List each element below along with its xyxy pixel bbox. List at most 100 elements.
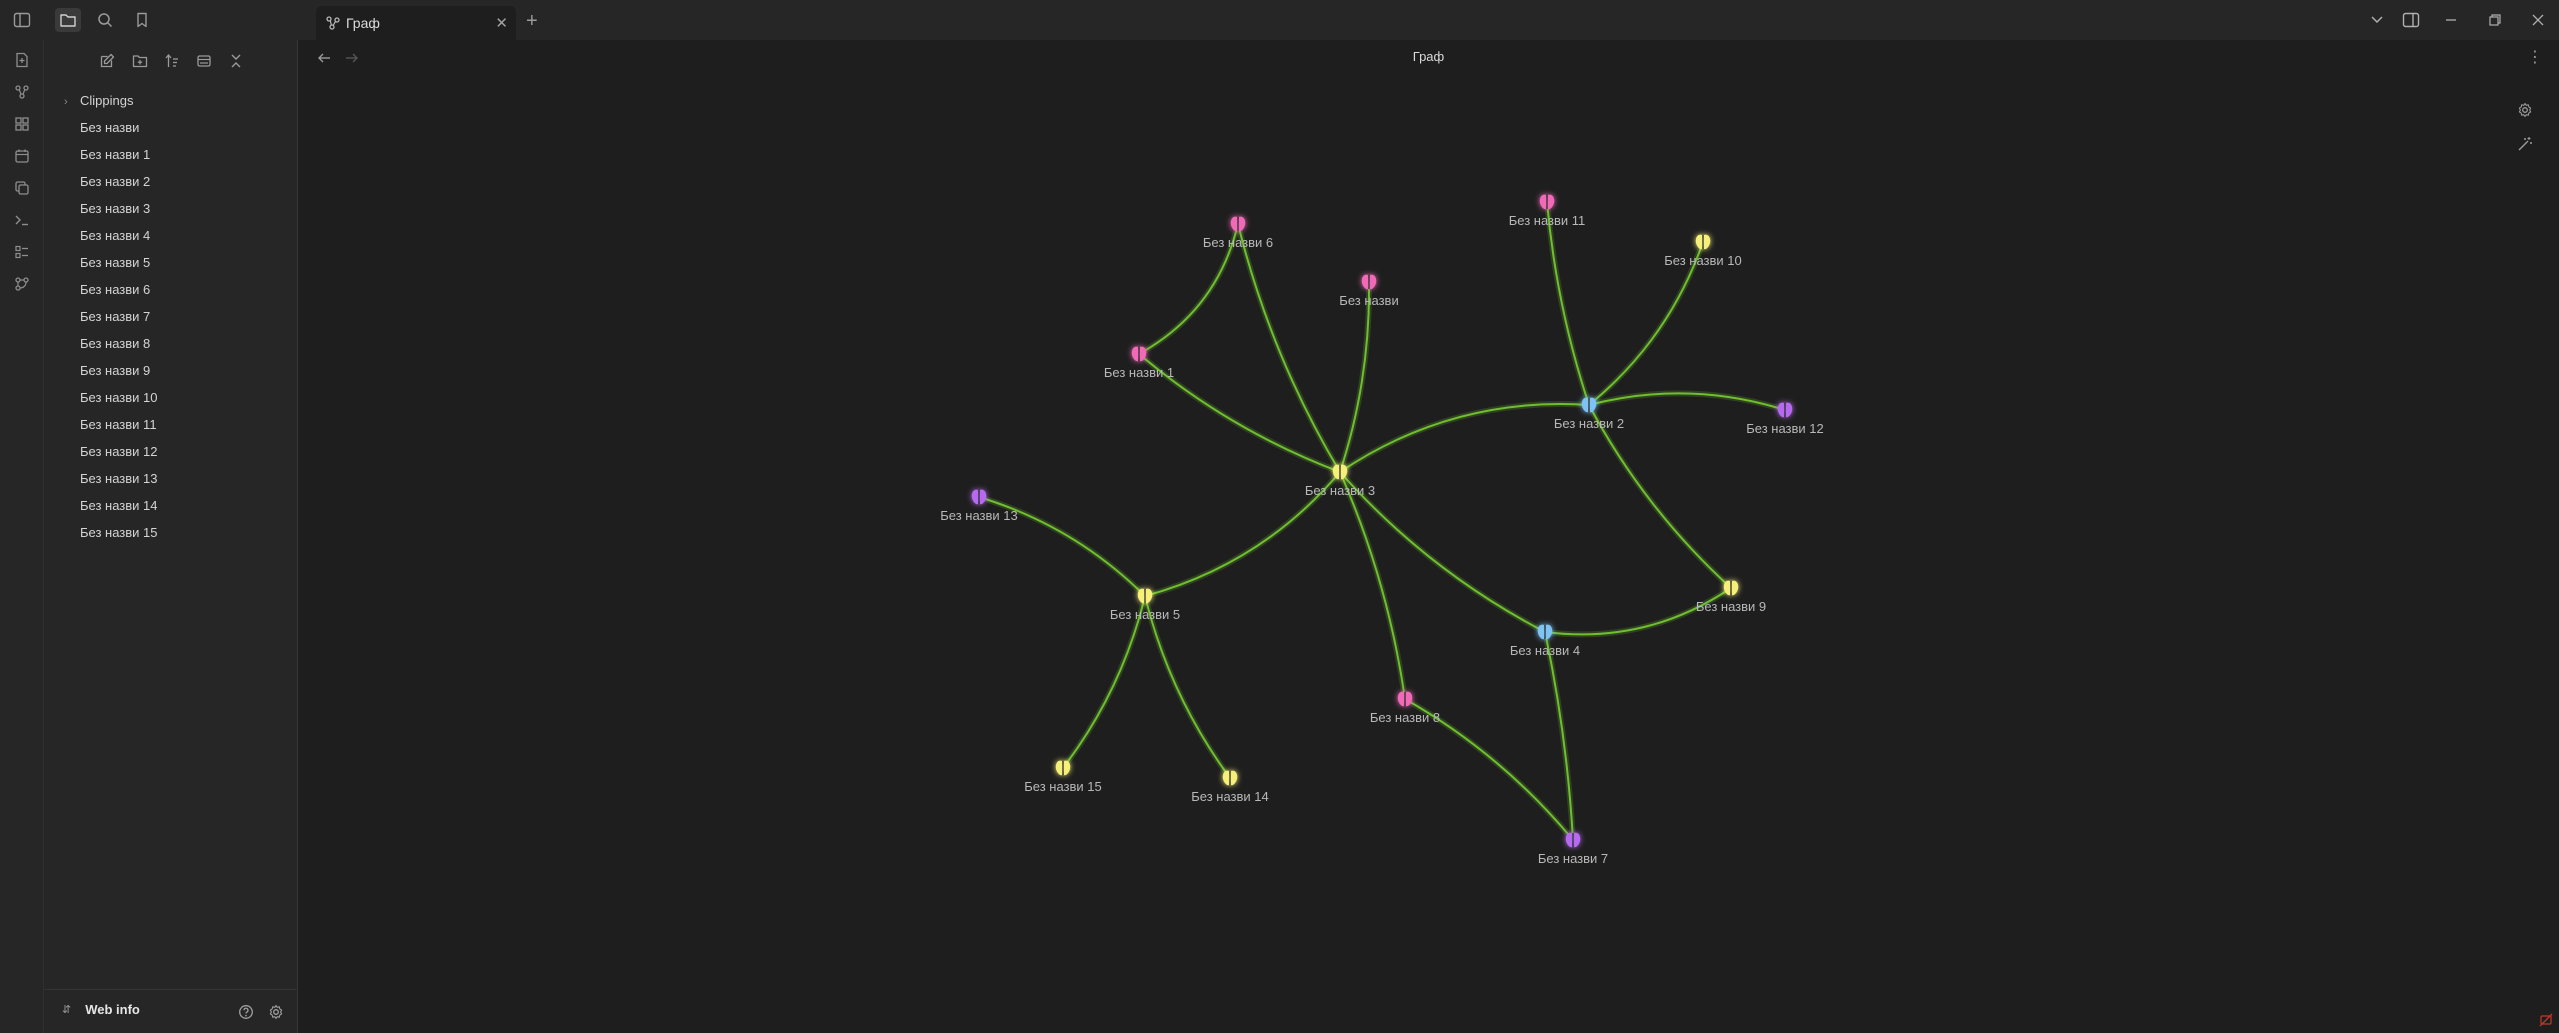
graph-edge-glow [1544, 201, 1592, 406]
graph-node[interactable]: Без назви 7 [1538, 832, 1608, 866]
graph-view: Без назви Без назви 1 Без назви 2 Без назви… [298, 40, 2559, 1033]
file-item[interactable]: Без назви 1 [44, 141, 298, 168]
graph-node-label: Без назви 15 [1024, 779, 1102, 794]
graph-node-label: Без назви 14 [1191, 789, 1269, 804]
butterfly-node-icon[interactable] [1397, 691, 1413, 707]
file-item[interactable]: Без назви 15 [44, 519, 298, 546]
butterfly-node-icon[interactable] [1565, 832, 1581, 848]
settings-icon[interactable] [266, 1002, 286, 1022]
graph-icon[interactable] [11, 81, 33, 103]
sort-icon[interactable] [161, 50, 183, 72]
new-folder-icon[interactable] [129, 50, 151, 72]
file-item[interactable]: Без назви 3 [44, 195, 298, 222]
butterfly-node-icon[interactable] [1539, 194, 1555, 210]
butterfly-node-icon[interactable] [1137, 588, 1153, 604]
tab-title: Граф [346, 15, 380, 31]
graph-edge-glow [1338, 401, 1590, 475]
graph-node-label: Без назви 1 [1104, 365, 1174, 380]
vault-name: Web info [85, 1002, 140, 1017]
butterfly-node-icon[interactable] [1777, 402, 1793, 418]
butterfly-node-icon[interactable] [1723, 580, 1739, 596]
graph-node[interactable]: Без назви 1 [1104, 346, 1174, 380]
file-item[interactable]: Без назви 5 [44, 249, 298, 276]
file-item[interactable]: Без назви 6 [44, 276, 298, 303]
file-item[interactable]: Без назви 9 [44, 357, 298, 384]
sync-off-icon[interactable] [2537, 1011, 2555, 1029]
canvas-icon[interactable] [11, 113, 33, 135]
graph-node-label: Без назви 9 [1696, 599, 1766, 614]
file-item[interactable]: Без назви 10 [44, 384, 298, 411]
calendar-icon[interactable] [11, 145, 33, 167]
graph-node-label: Без назви 12 [1746, 421, 1824, 436]
network-icon[interactable] [11, 273, 33, 295]
chevron-right-icon: › [64, 96, 68, 108]
graph-node-label: Без назви 11 [1509, 213, 1586, 228]
graph-node-label: Без назви 7 [1538, 851, 1608, 866]
file-item[interactable]: Без назви 7 [44, 303, 298, 330]
layout-icon[interactable] [2400, 9, 2422, 31]
butterfly-node-icon[interactable] [1131, 346, 1147, 362]
graph-node[interactable]: Без назви 14 [1191, 770, 1269, 804]
graph-node[interactable]: Без назви 8 [1370, 691, 1440, 725]
chevron-up-down-icon: ⇵ [62, 1004, 72, 1016]
file-item[interactable]: Без назви 13 [44, 465, 298, 492]
butterfly-node-icon[interactable] [1055, 760, 1071, 776]
file-item[interactable]: Без назви 11 [44, 411, 298, 438]
file-item[interactable]: Без назви 8 [44, 330, 298, 357]
graph-node-label: Без назви 2 [1554, 416, 1624, 431]
butterfly-node-icon[interactable] [1537, 624, 1553, 640]
vault-switcher[interactable]: ⇵ Web info [62, 1002, 140, 1017]
help-icon[interactable] [236, 1002, 256, 1022]
graph-node-label: Без назви 13 [940, 508, 1018, 523]
more-options-icon[interactable]: ⋮ [2527, 47, 2543, 67]
butterfly-node-icon[interactable] [1332, 464, 1348, 480]
graph-node[interactable]: Без назви 15 [1024, 760, 1102, 794]
restore-icon[interactable] [2484, 9, 2506, 31]
minimize-icon[interactable] [2440, 9, 2462, 31]
terminal-icon[interactable] [11, 209, 33, 231]
file-item[interactable]: Без назви 12 [44, 438, 298, 465]
file-tree: › Clippings Без назви Без назви 1 Без наз… [44, 87, 298, 546]
folder-clippings[interactable]: › Clippings [44, 87, 298, 114]
collapse-all-icon[interactable] [225, 50, 247, 72]
bookmark-icon[interactable] [129, 8, 155, 32]
graph-edge [1144, 595, 1231, 779]
magic-wand-icon[interactable] [2514, 133, 2536, 155]
sidebar-footer: ⇵ Web info [44, 989, 298, 1033]
file-item[interactable]: Без назви 4 [44, 222, 298, 249]
file-explorer: › Clippings Без назви Без назви 1 Без наз… [44, 40, 298, 1033]
butterfly-node-icon[interactable] [1222, 770, 1238, 786]
graph-edge [1588, 404, 1732, 589]
file-item[interactable]: Без назви 2 [44, 168, 298, 195]
collapse-view-icon[interactable] [193, 50, 215, 72]
graph-canvas[interactable]: Без назви Без назви 1 Без назви 2 Без назви… [298, 40, 2559, 1033]
butterfly-node-icon[interactable] [1230, 216, 1246, 232]
sidebar-toggle-icon[interactable] [9, 8, 35, 32]
graph-node[interactable]: Без назви 12 [1746, 402, 1824, 436]
view-header: Граф ⋮ [298, 40, 2559, 76]
list-icon[interactable] [11, 241, 33, 263]
folder-icon[interactable] [55, 8, 81, 32]
new-tab-button[interactable]: + [526, 10, 538, 33]
graph-node-label: Без назви 8 [1370, 710, 1440, 725]
tab-graph[interactable]: Граф ✕ [316, 6, 516, 40]
search-icon[interactable] [92, 8, 118, 32]
new-note-icon[interactable] [11, 49, 33, 71]
close-icon[interactable] [2527, 9, 2549, 31]
graph-settings-icon[interactable] [2514, 99, 2536, 121]
close-tab-icon[interactable]: ✕ [495, 14, 508, 32]
graph-node-label: Без назви 5 [1110, 607, 1180, 622]
copy-icon[interactable] [11, 177, 33, 199]
file-item[interactable]: Без назви [44, 114, 298, 141]
butterfly-node-icon[interactable] [971, 489, 987, 505]
butterfly-node-icon[interactable] [1361, 274, 1377, 290]
graph-node[interactable]: Без назви 10 [1664, 234, 1742, 268]
new-note-icon[interactable] [96, 50, 118, 72]
butterfly-node-icon[interactable] [1695, 234, 1711, 250]
chevron-down-icon[interactable] [2366, 9, 2388, 31]
graph-node[interactable]: Без назви 3 [1305, 464, 1375, 498]
file-item[interactable]: Без назви 14 [44, 492, 298, 519]
graph-icon [326, 16, 340, 30]
graph-node[interactable]: Без назви 9 [1696, 580, 1766, 614]
butterfly-node-icon[interactable] [1581, 397, 1597, 413]
